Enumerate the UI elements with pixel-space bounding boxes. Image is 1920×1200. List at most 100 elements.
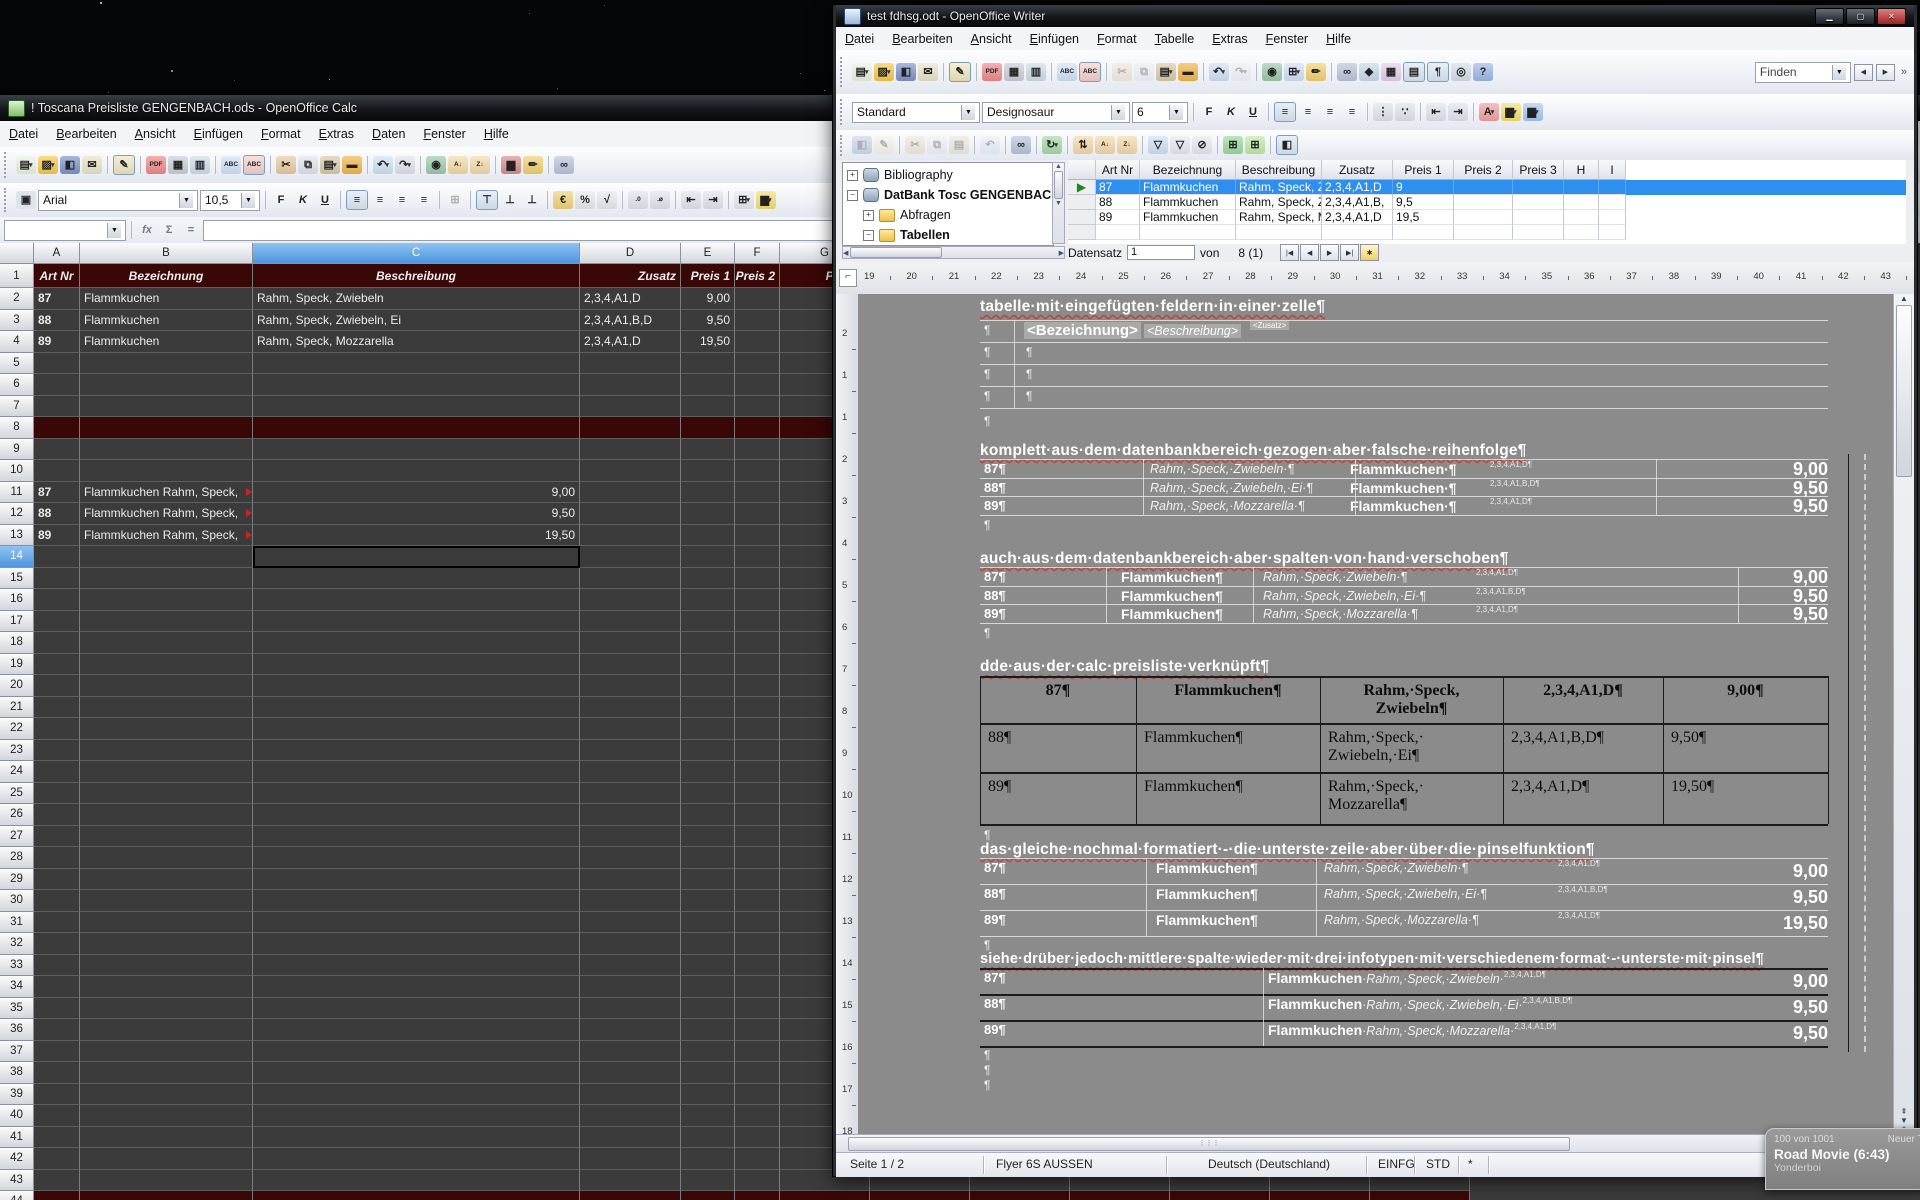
cell-B21[interactable] <box>80 697 253 719</box>
cell-F3[interactable] <box>735 310 780 332</box>
cell-A41[interactable] <box>34 1127 80 1149</box>
row-header-36[interactable]: 36 <box>0 1019 34 1041</box>
horizontal-ruler[interactable]: ⌐192021222324252627282930313233343536373… <box>836 262 1914 295</box>
writer-menu-extras[interactable]: Extras <box>1203 30 1256 48</box>
copy-icon[interactable]: ⧉ <box>298 156 318 174</box>
cell-A20[interactable] <box>34 675 80 697</box>
cell-E23[interactable] <box>681 740 735 762</box>
increase-indent-icon[interactable]: ⇥ <box>1448 103 1468 121</box>
cell-C21[interactable] <box>253 697 580 719</box>
grid-cell[interactable] <box>1599 195 1626 210</box>
selected-cell-outline[interactable] <box>253 546 580 568</box>
cell-C10[interactable] <box>253 460 580 482</box>
cell-D29[interactable] <box>580 869 681 891</box>
cell-D24[interactable] <box>580 761 681 783</box>
cell-E28[interactable] <box>681 847 735 869</box>
table-icon[interactable]: ⊞▾ <box>1284 63 1304 81</box>
tree-item-abfragen[interactable]: +Abfragen <box>863 206 951 224</box>
grid-cell[interactable]: 9,5 <box>1393 195 1454 210</box>
current-record-icon[interactable]: ▶ <box>1068 180 1096 195</box>
open-icon[interactable]: ▨▾ <box>874 63 894 81</box>
formatting-marks-icon[interactable]: ¶ <box>1427 62 1449 82</box>
grid-cell[interactable] <box>1454 180 1513 195</box>
grid-cell[interactable] <box>1564 210 1599 225</box>
cell-B30[interactable] <box>80 890 253 912</box>
cell-B39[interactable] <box>80 1084 253 1106</box>
grid-column-zusatz[interactable]: Zusatz <box>1322 160 1393 180</box>
chevron-down-icon[interactable]: ▼ <box>1832 65 1846 80</box>
align-right-icon[interactable]: ≡ <box>392 191 412 209</box>
cell-F8[interactable] <box>735 417 780 439</box>
status-selection-mode[interactable]: STD <box>1426 1157 1450 1171</box>
calc-menu-daten[interactable]: Daten <box>363 125 414 143</box>
cell-H44[interactable] <box>870 1191 970 1200</box>
cell-E1[interactable]: Preis 1 <box>681 264 735 288</box>
chevron-down-icon[interactable]: ▾ <box>1535 109 1539 116</box>
cell-B6[interactable] <box>80 374 253 396</box>
chevron-down-icon[interactable]: ▼ <box>179 193 193 208</box>
cell-C6[interactable] <box>253 374 580 396</box>
numbered-list-icon[interactable]: ⋮ <box>1373 103 1393 121</box>
new-document-icon[interactable]: ▤▾ <box>16 156 36 174</box>
row-header-10[interactable]: 10 <box>0 460 34 482</box>
cell-F31[interactable] <box>735 912 780 934</box>
data-to-text-icon[interactable]: ⊞ <box>1223 136 1243 154</box>
cell-F17[interactable] <box>735 611 780 633</box>
cell-F10[interactable] <box>735 460 780 482</box>
grid-cell[interactable] <box>1513 210 1564 225</box>
row-header-44[interactable]: 44 <box>0 1191 34 1200</box>
cell-A12[interactable]: 88 <box>34 503 80 525</box>
add-decimal-icon[interactable]: .0 <box>628 191 648 209</box>
cell-C38[interactable] <box>253 1062 580 1084</box>
cut-icon[interactable]: ✂ <box>276 156 296 174</box>
cell-A44[interactable] <box>34 1191 80 1200</box>
valign-bottom-icon[interactable]: ⊥ <box>522 191 542 209</box>
draw-functions-icon[interactable]: ✏ <box>1306 63 1326 81</box>
cell-F16[interactable] <box>735 589 780 611</box>
bold-icon[interactable]: F <box>271 191 291 209</box>
grid-cell[interactable] <box>1564 180 1599 195</box>
undo-icon[interactable]: ↶ <box>980 136 1000 154</box>
draw-icon[interactable]: ✏ <box>523 156 543 174</box>
cell-C24[interactable] <box>253 761 580 783</box>
cell-D28[interactable] <box>580 847 681 869</box>
cell-C17[interactable] <box>253 611 580 633</box>
grid-column-bezeichnung[interactable]: Bezeichnung <box>1140 160 1236 180</box>
decrease-indent-icon[interactable]: ⇤ <box>681 191 701 209</box>
new-record-button[interactable]: ✱ <box>1360 244 1379 261</box>
grid-cell[interactable]: 89 <box>1096 210 1140 225</box>
cell-E34[interactable] <box>681 976 735 998</box>
grid-cell[interactable] <box>1096 225 1140 240</box>
cell-B41[interactable] <box>80 1127 253 1149</box>
cell-C30[interactable] <box>253 890 580 912</box>
status-language[interactable]: Deutsch (Deutschland) <box>1208 1157 1330 1171</box>
cell-C2[interactable]: Rahm, Speck, Zwiebeln <box>253 288 580 310</box>
cell-B16[interactable] <box>80 589 253 611</box>
record-indicator[interactable] <box>1068 225 1096 240</box>
row-header-33[interactable]: 33 <box>0 955 34 977</box>
cell-L44[interactable] <box>1270 1191 1370 1200</box>
cell-D26[interactable] <box>580 804 681 826</box>
grid-cell[interactable]: Rahm, Speck, Zwi <box>1236 180 1322 195</box>
cell-C27[interactable] <box>253 826 580 848</box>
cell-F23[interactable] <box>735 740 780 762</box>
cell-C42[interactable] <box>253 1148 580 1170</box>
cell-B34[interactable] <box>80 976 253 998</box>
valign-top-icon[interactable]: ⊤ <box>476 190 498 210</box>
row-header-11[interactable]: 11 <box>0 482 34 504</box>
cell-B14[interactable] <box>80 546 253 568</box>
cell-C29[interactable] <box>253 869 580 891</box>
cell-F9[interactable] <box>735 439 780 461</box>
copy-icon[interactable]: ⧉ <box>1134 63 1154 81</box>
cell-A31[interactable] <box>34 912 80 934</box>
cell-C28[interactable] <box>253 847 580 869</box>
cell-E16[interactable] <box>681 589 735 611</box>
datasource-tree-hscrollbar[interactable]: ◀▶ <box>842 246 1065 259</box>
cell-B8[interactable] <box>80 417 253 439</box>
record-number-input[interactable]: 1 <box>1127 245 1195 260</box>
cell-A22[interactable] <box>34 718 80 740</box>
cell-D33[interactable] <box>580 955 681 977</box>
expand-icon[interactable]: + <box>847 170 858 181</box>
cell-F38[interactable] <box>735 1062 780 1084</box>
cell-D17[interactable] <box>580 611 681 633</box>
